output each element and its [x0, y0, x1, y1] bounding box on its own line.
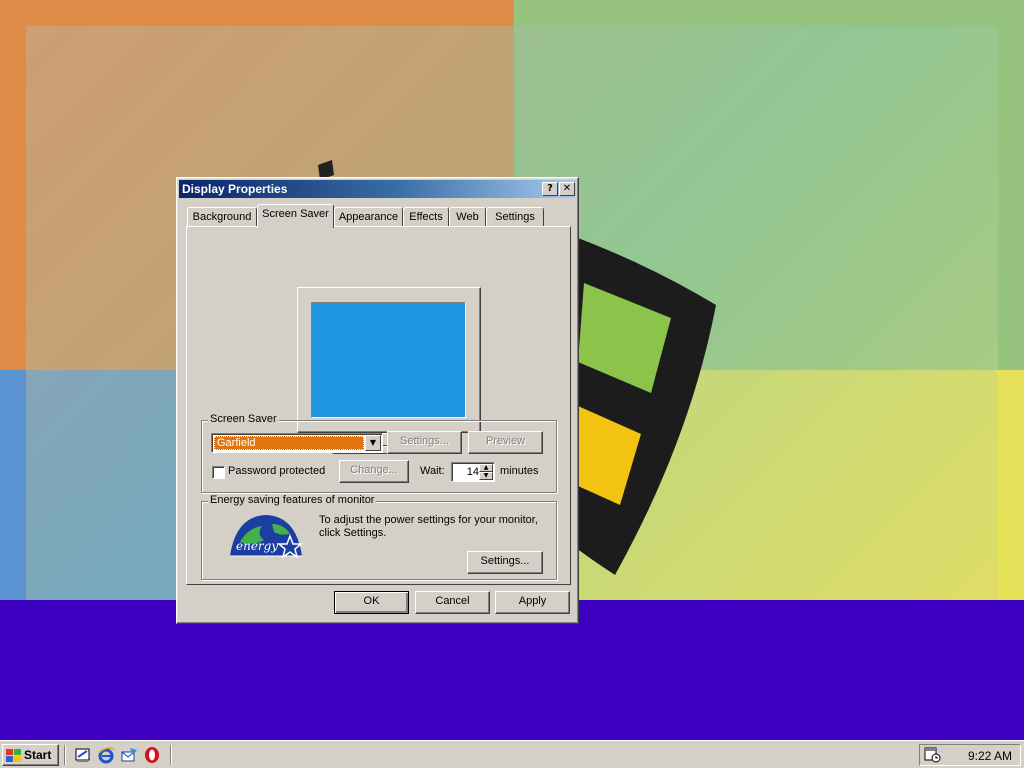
wait-minutes-value[interactable]: 14	[455, 466, 479, 478]
password-protected-label[interactable]: Password protected	[228, 465, 325, 477]
minutes-label: minutes	[500, 465, 539, 477]
windows-flag-icon	[6, 749, 21, 762]
internet-explorer-icon[interactable]	[97, 746, 115, 764]
preview-button[interactable]: Preview	[468, 431, 543, 454]
quick-launch-separator-2	[170, 745, 172, 765]
screen-saver-dropdown[interactable]: Garfield ▼	[211, 433, 383, 453]
cancel-button[interactable]: Cancel	[415, 591, 490, 614]
start-button[interactable]: Start	[2, 744, 59, 766]
password-protected-checkbox[interactable]	[212, 466, 225, 479]
start-label: Start	[24, 748, 52, 762]
quick-launch-separator	[64, 745, 66, 765]
outlook-express-icon[interactable]	[120, 746, 138, 764]
energy-saving-group: Energy saving features of monitor energy…	[201, 494, 557, 580]
dialog-title: Display Properties	[182, 182, 288, 196]
apply-button[interactable]: Apply	[495, 591, 570, 614]
energy-description: To adjust the power settings for your mo…	[319, 514, 538, 539]
energy-settings-button[interactable]: Settings...	[467, 551, 543, 574]
change-password-button[interactable]: Change...	[339, 460, 409, 483]
screen-saver-settings-button[interactable]: Settings...	[387, 431, 462, 454]
close-button[interactable]: ✕	[559, 182, 575, 196]
tab-background[interactable]: Background	[187, 207, 257, 227]
screen-saver-group: Screen Saver Garfield ▼ Settings... Prev…	[201, 413, 557, 493]
tab-screen-saver[interactable]: Screen Saver	[257, 204, 334, 228]
help-button[interactable]: ?	[542, 182, 558, 196]
tab-settings[interactable]: Settings	[486, 207, 544, 227]
tab-web[interactable]: Web	[449, 207, 486, 227]
tab-appearance[interactable]: Appearance	[334, 207, 403, 227]
monitor-preview-screen	[311, 302, 466, 418]
screen-saver-selected-value: Garfield	[214, 436, 364, 450]
scheduler-icon[interactable]	[924, 747, 942, 763]
wait-label: Wait:	[420, 465, 445, 477]
system-tray: 9:22 AM	[919, 744, 1021, 766]
taskbar: Start 9:22 AM	[0, 740, 1024, 768]
tab-effects[interactable]: Effects	[403, 207, 449, 227]
screen-saver-group-label: Screen Saver	[208, 413, 279, 425]
monitor-preview	[297, 287, 481, 433]
chevron-down-icon[interactable]: ▼	[365, 435, 381, 451]
dialog-titlebar[interactable]: Display Properties ? ✕	[179, 180, 576, 198]
screen-saver-panel: Screen Saver Garfield ▼ Settings... Prev…	[186, 226, 571, 585]
spin-down-icon[interactable]: ▼	[479, 472, 493, 480]
energy-saving-group-label: Energy saving features of monitor	[208, 494, 377, 506]
opera-icon[interactable]	[143, 746, 161, 764]
desktop-icon[interactable]	[74, 746, 92, 764]
clock[interactable]: 9:22 AM	[968, 749, 1012, 763]
display-properties-dialog: Display Properties ? ✕ Background Screen…	[176, 177, 579, 624]
spin-up-icon[interactable]: ▲	[479, 464, 493, 472]
ok-button[interactable]: OK	[334, 591, 409, 614]
svg-text:energy: energy	[236, 539, 278, 553]
energy-star-logo: energy	[230, 515, 304, 559]
wait-minutes-spinner[interactable]: 14 ▲ ▼	[451, 462, 495, 482]
